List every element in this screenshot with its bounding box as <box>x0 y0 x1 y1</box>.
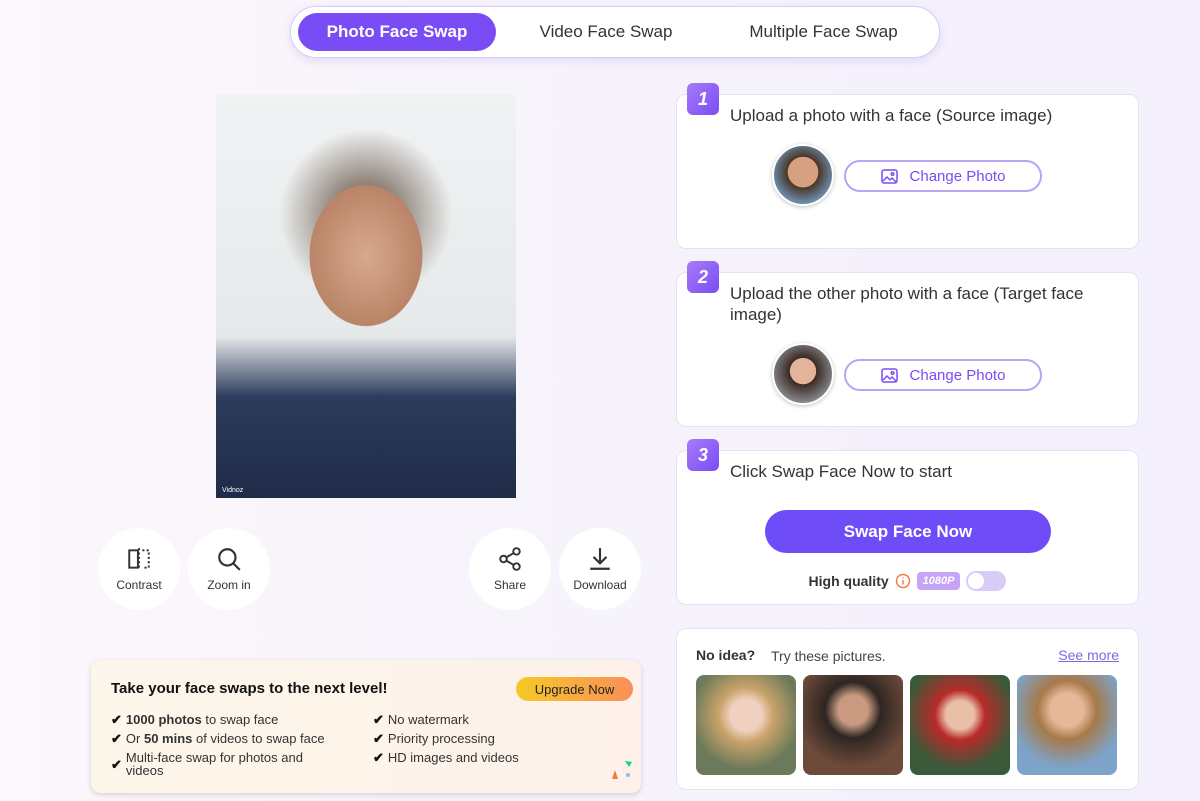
download-button[interactable]: Download <box>559 528 641 610</box>
step-number: 2 <box>687 261 719 293</box>
contrast-label: Contrast <box>116 578 162 592</box>
high-quality-row: High quality 1080P <box>677 571 1138 591</box>
promo-title: Take your face swaps to the next level! <box>111 680 388 697</box>
source-avatar[interactable] <box>772 144 834 206</box>
step-title: Click Swap Face Now to start <box>730 462 953 481</box>
sample-picture[interactable] <box>696 675 796 775</box>
step-number: 1 <box>687 83 719 115</box>
feature-item: ✔ Multi-face swap for photos and videos <box>111 750 303 778</box>
mode-tabs: Photo Face Swap Video Face Swap Multiple… <box>290 6 940 58</box>
tab-photo-face-swap[interactable]: Photo Face Swap <box>298 13 496 51</box>
sample-picture[interactable] <box>803 675 903 775</box>
feature-item: ✔ HD images and videos <box>373 750 519 765</box>
change-target-photo-button[interactable]: Change Photo <box>844 359 1042 391</box>
search-icon <box>218 548 241 571</box>
step-1-card: 1 Upload a photo with a face (Source ima… <box>676 83 1139 249</box>
watermark: Vidnoz <box>222 487 244 494</box>
zoom-in-label: Zoom in <box>207 578 251 592</box>
contrast-button[interactable]: Contrast <box>98 528 180 610</box>
step-number: 3 <box>687 439 719 471</box>
upgrade-now-button[interactable]: Upgrade Now <box>516 677 633 701</box>
feature-item: ✔ Or 50 mins of videos to swap face <box>111 731 325 746</box>
change-source-photo-button[interactable]: Change Photo <box>844 160 1042 192</box>
feature-item: ✔ 1000 photos to swap face <box>111 712 279 727</box>
zoom-in-button[interactable]: Zoom in <box>188 528 270 610</box>
check-icon: ✔ <box>111 731 122 746</box>
step-2-card: 2 Upload the other photo with a face (Ta… <box>676 261 1139 427</box>
upgrade-banner: Take your face swaps to the next level! … <box>91 660 641 793</box>
feature-item: ✔ Priority processing <box>373 731 495 746</box>
check-icon: ✔ <box>373 731 384 746</box>
target-avatar[interactable] <box>772 343 834 405</box>
step-3-card: 3 Click Swap Face Now to start Swap Face… <box>676 439 1139 605</box>
high-quality-toggle[interactable] <box>966 571 1007 591</box>
step-title: Upload the other photo with a face (Targ… <box>730 284 1084 324</box>
check-icon: ✔ <box>373 750 384 765</box>
no-idea-label: No idea? <box>696 647 756 663</box>
share-button[interactable]: Share <box>469 528 551 610</box>
confetti-icon <box>612 761 632 779</box>
resolution-badge: 1080P <box>916 572 961 590</box>
info-icon[interactable] <box>895 573 911 589</box>
try-pictures-label: Try these pictures. <box>771 648 886 664</box>
feature-item: ✔ No watermark <box>373 712 469 727</box>
sample-picture[interactable] <box>910 675 1010 775</box>
download-icon <box>590 548 610 570</box>
see-more-link[interactable]: See more <box>1058 647 1119 663</box>
swap-face-now-button[interactable]: Swap Face Now <box>765 510 1051 553</box>
step-title: Upload a photo with a face (Source image… <box>730 106 1053 125</box>
image-icon <box>880 168 898 184</box>
tab-multiple-face-swap[interactable]: Multiple Face Swap <box>716 13 931 51</box>
download-label: Download <box>573 578 627 592</box>
check-icon: ✔ <box>373 712 384 727</box>
share-icon <box>499 547 521 571</box>
sample-pictures-card: No idea? Try these pictures. See more <box>676 628 1139 790</box>
check-icon: ✔ <box>111 712 122 727</box>
check-icon: ✔ <box>111 756 122 772</box>
contrast-icon <box>128 548 150 570</box>
high-quality-label: High quality <box>808 573 889 589</box>
sample-picture[interactable] <box>1017 675 1117 775</box>
result-image: Vidnoz <box>216 94 516 498</box>
share-label: Share <box>493 578 527 592</box>
image-icon <box>880 367 898 383</box>
tab-video-face-swap[interactable]: Video Face Swap <box>496 13 716 51</box>
